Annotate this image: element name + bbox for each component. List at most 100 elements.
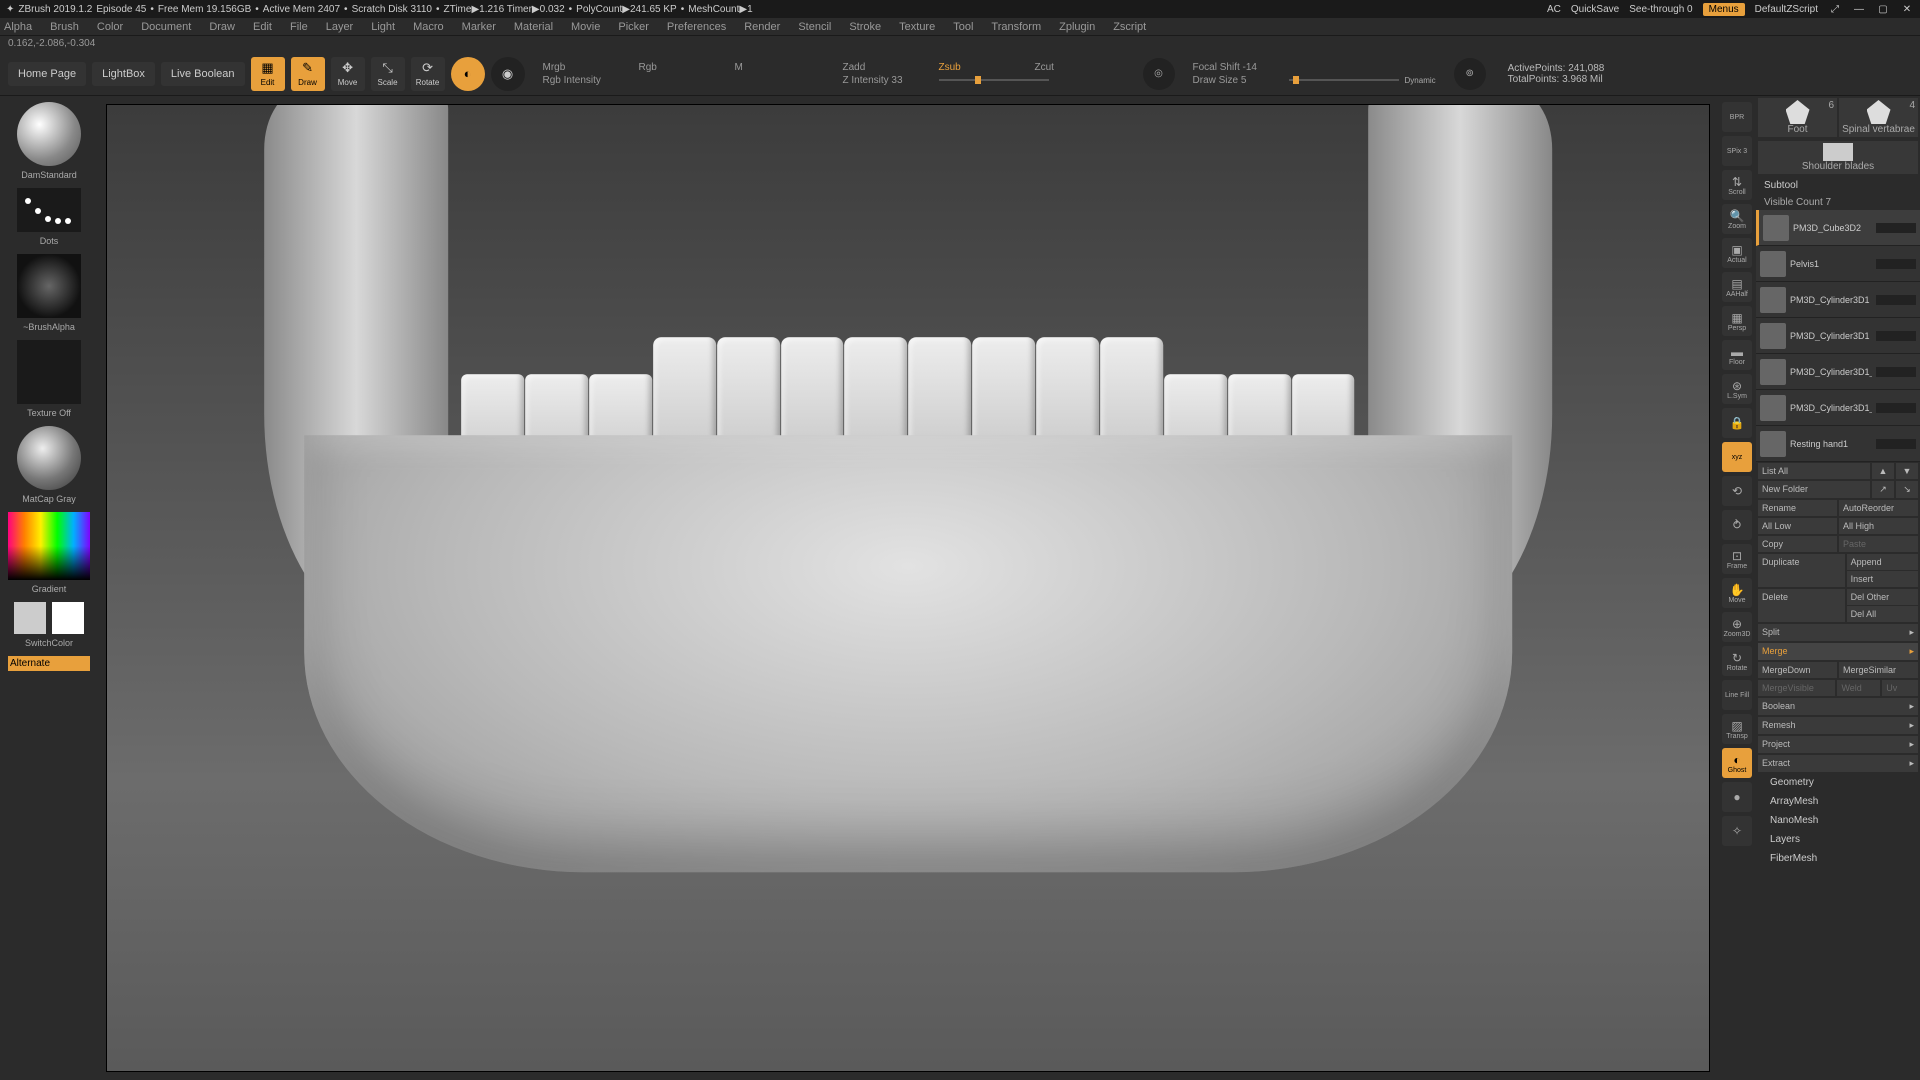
move3d-button[interactable]: ✋Move xyxy=(1722,578,1752,608)
ghost-button[interactable]: ◐Ghost xyxy=(1722,748,1752,778)
weld-button[interactable]: Weld xyxy=(1837,680,1880,696)
draw-size-slider[interactable]: Draw Size 5 xyxy=(1193,75,1283,86)
menu-layer[interactable]: Layer xyxy=(326,21,354,33)
menu-stencil[interactable]: Stencil xyxy=(798,21,831,33)
moveup-button[interactable]: ▲ xyxy=(1872,463,1894,479)
movedown-button[interactable]: ▼ xyxy=(1896,463,1918,479)
zcut-button[interactable]: Zcut xyxy=(1035,62,1125,73)
subtool-item[interactable]: Pelvis1 xyxy=(1756,246,1920,282)
close-icon[interactable]: ✕ xyxy=(1900,2,1914,16)
menu-movie[interactable]: Movie xyxy=(571,21,600,33)
menu-preferences[interactable]: Preferences xyxy=(667,21,726,33)
menu-marker[interactable]: Marker xyxy=(462,21,496,33)
uv-button[interactable]: Uv xyxy=(1882,680,1918,696)
menu-alpha[interactable]: Alpha xyxy=(4,21,32,33)
listall-button[interactable]: List All xyxy=(1758,463,1870,479)
copy-button[interactable]: Copy xyxy=(1758,536,1837,552)
bpr-button[interactable]: BPR xyxy=(1722,102,1752,132)
tool-cell-spine[interactable]: 4Spinal vertabrae xyxy=(1839,98,1918,137)
menu-stroke[interactable]: Stroke xyxy=(849,21,881,33)
aahalf-button[interactable]: ▤AAHalf xyxy=(1722,272,1752,302)
autoreorder-button[interactable]: AutoReorder xyxy=(1839,500,1918,516)
duplicate-button[interactable]: Duplicate xyxy=(1758,554,1845,587)
arrow-down-icon[interactable]: ↘ xyxy=(1896,481,1918,498)
subtool-item[interactable]: PM3D_Cylinder3D1_1 xyxy=(1756,354,1920,390)
delete-button[interactable]: Delete xyxy=(1758,589,1845,622)
fold-layers[interactable]: Layers xyxy=(1756,830,1920,849)
mergedown-button[interactable]: MergeDown xyxy=(1758,662,1837,678)
zoom3d-button[interactable]: ⊕Zoom3D xyxy=(1722,612,1752,642)
menu-tool[interactable]: Tool xyxy=(953,21,973,33)
viewport-canvas[interactable] xyxy=(106,104,1710,1072)
gradient-label[interactable]: Gradient xyxy=(32,582,67,600)
persp-button[interactable]: ▦Persp xyxy=(1722,306,1752,336)
subtool-item[interactable]: PM3D_Cube3D2 xyxy=(1756,210,1920,246)
focal-shift-slider[interactable]: Focal Shift -14 xyxy=(1193,62,1283,73)
allhigh-button[interactable]: All High xyxy=(1839,518,1918,534)
rot-z-button[interactable]: ⥁ xyxy=(1722,510,1752,540)
m-button[interactable]: M xyxy=(735,62,825,73)
mrgb-button[interactable]: Mrgb xyxy=(543,62,633,73)
xyz-button[interactable]: xyz xyxy=(1722,442,1752,472)
xpose-button[interactable]: ✧ xyxy=(1722,816,1752,846)
edit-button[interactable]: ▦Edit xyxy=(251,57,285,91)
default-zscript[interactable]: DefaultZScript xyxy=(1755,4,1818,15)
subtool-item[interactable]: PM3D_Cylinder3D1_1 xyxy=(1756,390,1920,426)
scroll-button[interactable]: ⇅Scroll xyxy=(1722,170,1752,200)
menus-button[interactable]: Menus xyxy=(1703,3,1745,16)
primary-color[interactable] xyxy=(52,602,84,634)
solo-button[interactable]: ● xyxy=(1722,782,1752,812)
menu-zscript[interactable]: Zscript xyxy=(1113,21,1146,33)
spix-button[interactable]: SPix 3 xyxy=(1722,136,1752,166)
material-thumbnail[interactable] xyxy=(17,426,81,490)
paste-button[interactable]: Paste xyxy=(1839,536,1918,552)
append-button[interactable]: Append xyxy=(1847,554,1918,570)
transp-button[interactable]: ▨Transp xyxy=(1722,714,1752,744)
menu-color[interactable]: Color xyxy=(97,21,123,33)
frame-button[interactable]: ⊡Frame xyxy=(1722,544,1752,574)
zsub-button[interactable]: Zsub xyxy=(939,62,1029,73)
brush-thumbnail[interactable] xyxy=(17,102,81,166)
remesh-button[interactable]: Remesh▸ xyxy=(1758,717,1918,734)
color-picker[interactable] xyxy=(8,512,90,580)
draw-button[interactable]: ✎Draw xyxy=(291,57,325,91)
maximize-icon[interactable]: ▢ xyxy=(1876,2,1890,16)
scale-button[interactable]: ⤡Scale xyxy=(371,57,405,91)
actual-button[interactable]: ▣Actual xyxy=(1722,238,1752,268)
stroke-thumbnail[interactable] xyxy=(17,188,81,232)
fold-geometry[interactable]: Geometry xyxy=(1756,773,1920,792)
alpha-thumbnail[interactable] xyxy=(17,254,81,318)
menu-edit[interactable]: Edit xyxy=(253,21,272,33)
fold-fibermesh[interactable]: FiberMesh xyxy=(1756,849,1920,868)
lsym-button[interactable]: ⊛L.Sym xyxy=(1722,374,1752,404)
alllow-button[interactable]: All Low xyxy=(1758,518,1837,534)
mergesimilar-button[interactable]: MergeSimilar xyxy=(1839,662,1918,678)
rename-button[interactable]: Rename xyxy=(1758,500,1837,516)
menu-document[interactable]: Document xyxy=(141,21,191,33)
project-button[interactable]: Project▸ xyxy=(1758,736,1918,753)
mergevisible-button[interactable]: MergeVisible xyxy=(1758,680,1835,696)
arrow-up-icon[interactable]: ↗ xyxy=(1872,481,1894,498)
dynamic-label[interactable]: Dynamic xyxy=(1405,76,1436,85)
menu-picker[interactable]: Picker xyxy=(618,21,649,33)
liveboolean-button[interactable]: Live Boolean xyxy=(161,62,245,86)
floor-button[interactable]: ▬Floor xyxy=(1722,340,1752,370)
split-button[interactable]: Split▸ xyxy=(1758,624,1918,641)
menu-texture[interactable]: Texture xyxy=(899,21,935,33)
alternate-button[interactable]: Alternate xyxy=(8,656,90,671)
homepage-button[interactable]: Home Page xyxy=(8,62,86,86)
menu-file[interactable]: File xyxy=(290,21,308,33)
secondary-color[interactable] xyxy=(14,602,46,634)
tool-cell-foot[interactable]: 6Foot xyxy=(1758,98,1837,137)
tool-cell-shoulder[interactable]: Shoulder blades xyxy=(1758,141,1918,174)
subtool-title[interactable]: Subtool xyxy=(1756,176,1920,195)
menu-light[interactable]: Light xyxy=(371,21,395,33)
newfolder-button[interactable]: New Folder xyxy=(1758,481,1870,498)
subtool-item[interactable]: PM3D_Cylinder3D1 xyxy=(1756,318,1920,354)
quicksave-button[interactable]: QuickSave xyxy=(1571,4,1619,15)
menu-material[interactable]: Material xyxy=(514,21,553,33)
boolean-button[interactable]: Boolean▸ xyxy=(1758,698,1918,715)
zoom-button[interactable]: 🔍Zoom xyxy=(1722,204,1752,234)
ac-label[interactable]: AC xyxy=(1547,4,1561,15)
menu-transform[interactable]: Transform xyxy=(991,21,1041,33)
